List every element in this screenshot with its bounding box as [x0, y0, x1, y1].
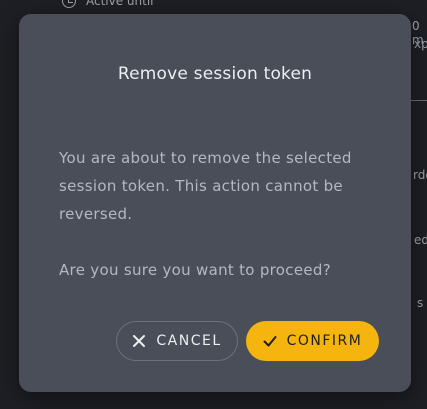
- dialog-message: You are about to remove the selected ses…: [59, 149, 352, 223]
- clock-icon: [62, 0, 76, 8]
- background-text-fragment: s: [417, 296, 424, 310]
- background-text-fragment: xpi: [414, 37, 427, 51]
- background-divider: [411, 100, 427, 101]
- check-icon: [263, 336, 277, 347]
- background-text-fragment: ed: [414, 233, 427, 247]
- active-until-label: Active until: [86, 0, 154, 8]
- close-icon: [133, 335, 146, 347]
- confirm-button[interactable]: CONFIRM: [246, 321, 379, 361]
- dialog-question: Are you sure you want to proceed?: [59, 261, 331, 279]
- background-text-fragment: rde: [413, 168, 427, 182]
- dialog-title: Remove session token: [117, 64, 313, 84]
- remove-token-dialog: Remove session token You are about to re…: [19, 14, 411, 392]
- dialog-body: You are about to remove the selected ses…: [59, 144, 379, 284]
- cancel-button[interactable]: CANCEL: [116, 321, 238, 361]
- confirm-button-label: CONFIRM: [286, 333, 363, 349]
- active-until-row: Active until: [62, 0, 154, 8]
- cancel-button-label: CANCEL: [156, 333, 222, 349]
